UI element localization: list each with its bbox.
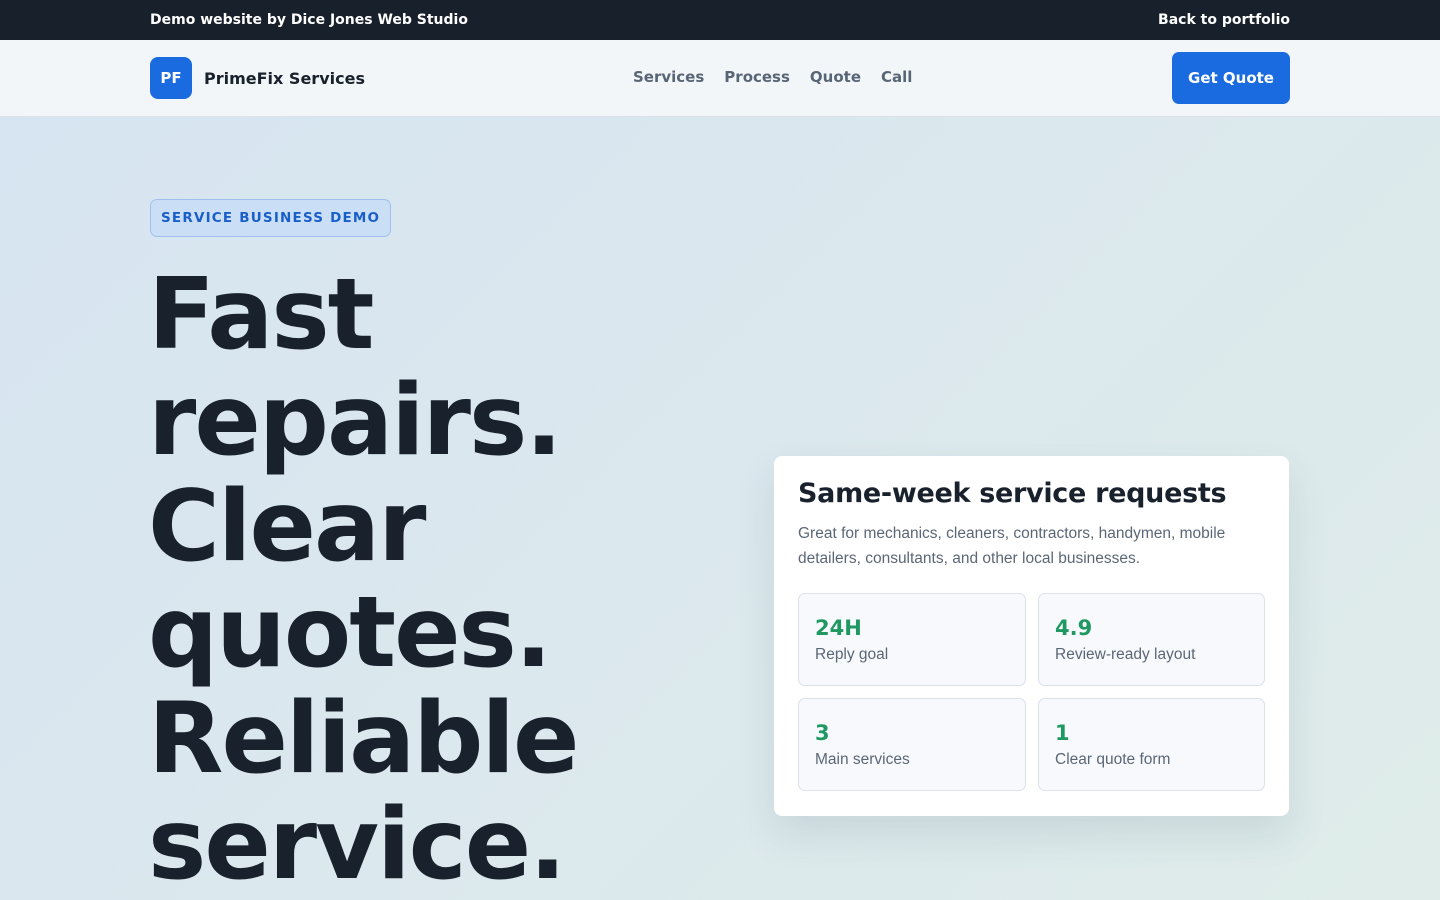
hero-title-line: Clear bbox=[148, 470, 426, 584]
stat-value: 3 bbox=[815, 721, 830, 745]
nav-link-quote[interactable]: Quote bbox=[810, 68, 861, 86]
stat-value: 1 bbox=[1055, 721, 1070, 745]
hero-title-line: Fast bbox=[148, 258, 375, 372]
nav-link-process[interactable]: Process bbox=[724, 68, 790, 86]
brand-logo: PF bbox=[150, 57, 192, 99]
get-quote-button[interactable]: Get Quote bbox=[1172, 52, 1290, 104]
nav-link-services[interactable]: Services bbox=[633, 68, 704, 86]
service-summary-card: Same-week service requests Great for mec… bbox=[774, 456, 1289, 816]
top-banner: Demo website by Dice Jones Web Studio Ba… bbox=[0, 0, 1440, 40]
primary-nav: Services Process Quote Call bbox=[633, 68, 912, 86]
stat-label: Clear quote form bbox=[1055, 751, 1171, 768]
stat-label: Reply goal bbox=[815, 646, 889, 663]
brand-name: PrimeFix Services bbox=[204, 68, 365, 88]
hero-title-line: repairs. bbox=[148, 364, 563, 478]
brand-home-link[interactable]: PF PrimeFix Services bbox=[150, 57, 365, 99]
stat-tile-review-layout: 4.9 Review-ready layout bbox=[1038, 593, 1265, 686]
stat-label: Review-ready layout bbox=[1055, 646, 1196, 663]
nav-link-call[interactable]: Call bbox=[881, 68, 912, 86]
hero-title-line: Reliable bbox=[148, 682, 579, 796]
stats-grid: 24H Reply goal 4.9 Review-ready layout 3… bbox=[798, 593, 1265, 791]
stat-tile-reply-goal: 24H Reply goal bbox=[798, 593, 1026, 686]
stat-tile-main-services: 3 Main services bbox=[798, 698, 1026, 791]
card-description: Great for mechanics, cleaners, contracto… bbox=[798, 525, 1226, 567]
hero-title-line: quotes. bbox=[148, 576, 552, 690]
stat-label: Main services bbox=[815, 751, 910, 768]
stat-value: 24H bbox=[815, 616, 862, 640]
main-navbar: PF PrimeFix Services Services Process Qu… bbox=[0, 40, 1440, 117]
hero-title: Fast repairs. Clear quotes. Reliable ser… bbox=[148, 262, 708, 898]
demo-credit-text: Demo website by Dice Jones Web Studio bbox=[150, 12, 468, 28]
hero-title-line: service. bbox=[148, 788, 566, 900]
hero-badge: SERVICE BUSINESS DEMO bbox=[150, 199, 392, 237]
stat-tile-quote-form: 1 Clear quote form bbox=[1038, 698, 1265, 791]
back-to-portfolio-link[interactable]: Back to portfolio bbox=[1158, 12, 1290, 28]
card-title: Same-week service requests bbox=[798, 478, 1227, 509]
stat-value: 4.9 bbox=[1055, 616, 1093, 640]
